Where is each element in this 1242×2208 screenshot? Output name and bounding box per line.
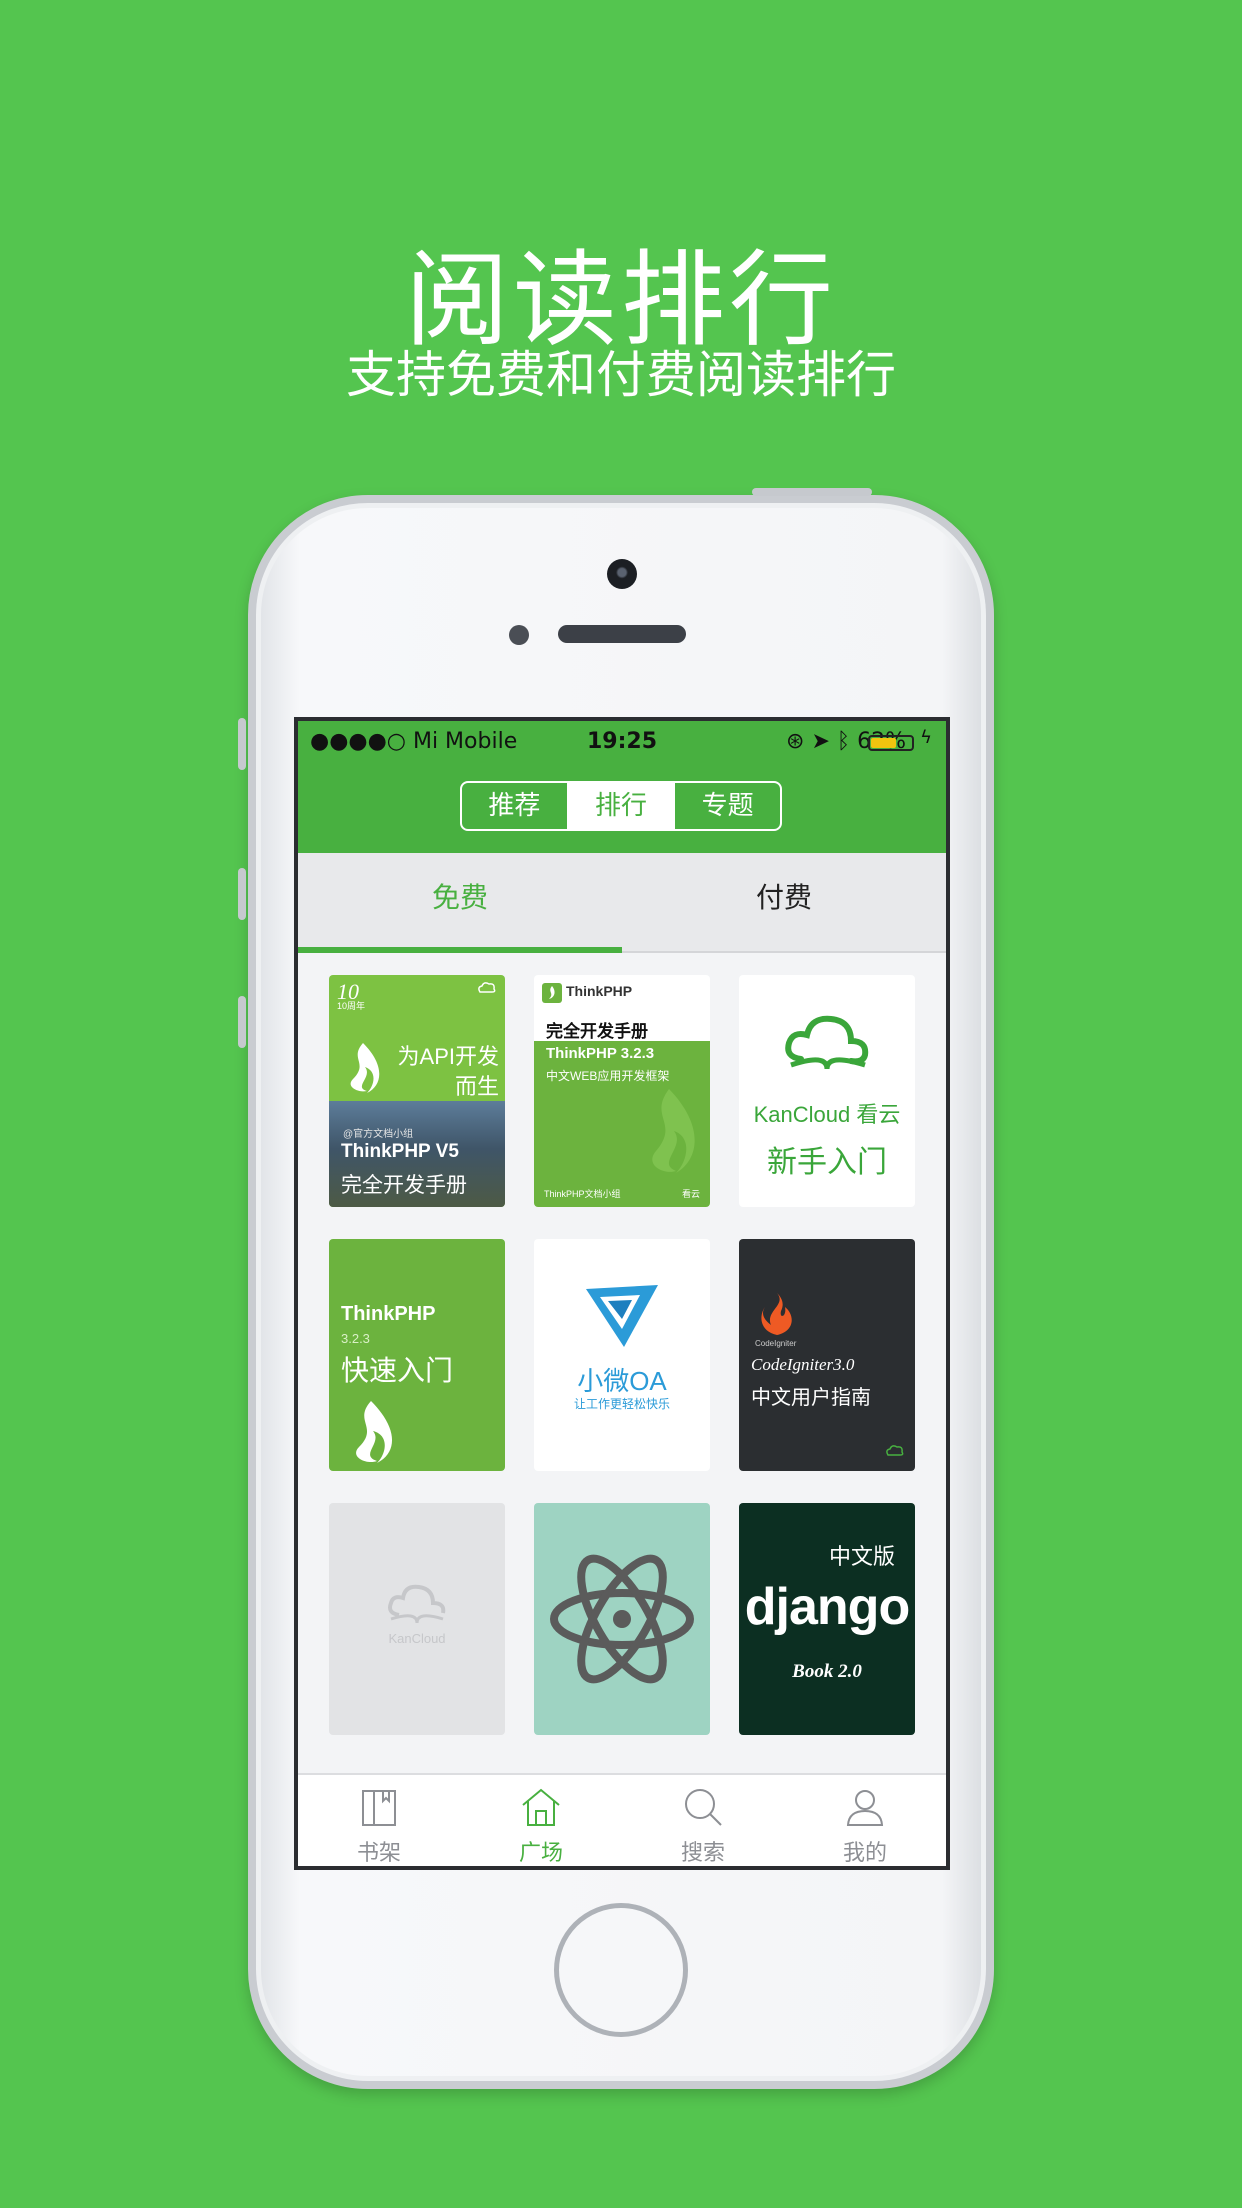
- codeigniter-flame-icon: [761, 1293, 792, 1335]
- book-version: 3.2.3: [341, 1331, 370, 1346]
- anniversary-logo-icon: 10: [337, 979, 359, 1003]
- tab-bookshelf-label: 书架: [356, 1841, 401, 1866]
- tab-bookshelf[interactable]: 书架: [298, 1775, 460, 1866]
- charging-bolt-icon: ϟ: [920, 727, 932, 748]
- book-title: 小微OA: [577, 1366, 667, 1396]
- side-button-volume-up: [238, 868, 246, 920]
- kancloud-logo-icon: [785, 1015, 869, 1070]
- tab-plaza-label: 广场: [518, 1841, 563, 1866]
- kancloud-badge-icon: [886, 1445, 904, 1456]
- side-button-mute: [238, 718, 246, 770]
- xiaowei-logo-icon: [586, 1285, 658, 1347]
- book-title: 中文用户指南: [751, 1387, 871, 1409]
- book-title: 完全开发手册: [546, 1022, 648, 1041]
- book-xiaowei-oa[interactable]: 小微OA 让工作更轻松快乐: [534, 1239, 710, 1471]
- book-thinkphp-v5[interactable]: 10周年 10 为API开发 而生 @官方文档小组 ThinkPHP V5 完全…: [329, 975, 505, 1207]
- tab-paid[interactable]: 付费: [622, 853, 946, 951]
- svg-text:10: 10: [337, 979, 359, 1003]
- home-button[interactable]: [554, 1903, 688, 2037]
- promo-subline: 支持免费和付费阅读排行: [346, 346, 896, 404]
- book-title: ThinkPHP V5: [341, 1141, 459, 1162]
- book-brand: ThinkPHP: [566, 983, 633, 999]
- book-edition: 中文版: [828, 1544, 895, 1569]
- home-icon: [522, 1788, 560, 1826]
- segment-recommend[interactable]: 推荐: [462, 783, 567, 829]
- tab-profile[interactable]: 我的: [784, 1775, 946, 1866]
- atom-logo-icon: [550, 1554, 694, 1684]
- bottom-tab-bar: 书架 广场 搜索 我的: [298, 1773, 946, 1866]
- search-icon: [685, 1789, 722, 1826]
- book-django[interactable]: 中文版 django Book 2.0: [739, 1503, 915, 1735]
- book-author: @官方文档小组: [343, 1129, 414, 1140]
- side-button-power: [752, 488, 872, 496]
- book-kancloud-newbie[interactable]: KanCloud 看云 新手入门: [739, 975, 915, 1207]
- top-bar: ●●●●○ Mi Mobile 19:25 ⊛ ➤ ᛒ 62% ϟ 推荐 排行 …: [298, 721, 946, 853]
- flame-watermark-icon: [652, 1089, 695, 1173]
- earpiece-speaker: [558, 625, 686, 643]
- tab-profile-label: 我的: [842, 1841, 887, 1866]
- book-title: 快速入门: [341, 1355, 454, 1386]
- book-brand: KanCloud 看云: [753, 1102, 901, 1127]
- book-version: ThinkPHP 3.2.3: [546, 1045, 655, 1062]
- book-atom[interactable]: [534, 1503, 710, 1735]
- book-title: 新手入门: [767, 1146, 887, 1179]
- book-thinkphp-quickstart[interactable]: ThinkPHP 3.2.3 快速入门: [329, 1239, 505, 1471]
- bookshelf-icon: [362, 1790, 396, 1826]
- app-screen: ●●●●○ Mi Mobile 19:25 ⊛ ➤ ᛒ 62% ϟ 推荐 排行 …: [294, 717, 950, 1870]
- thinkphp-logo-icon: [542, 983, 562, 1003]
- tab-free[interactable]: 免费: [298, 853, 622, 953]
- book-subtitle: 完全开发手册: [341, 1174, 467, 1197]
- ranking-subtabs: 免费 付费: [298, 853, 946, 953]
- proximity-sensor: [509, 625, 529, 645]
- tab-plaza[interactable]: 广场: [460, 1775, 622, 1866]
- book-title: django: [744, 1578, 910, 1636]
- profile-icon: [846, 1790, 884, 1826]
- book-publisher: 看云: [681, 1189, 700, 1199]
- thinkphp-flame-icon: [356, 1401, 393, 1463]
- battery-fill: [871, 738, 896, 748]
- book-subtitle: 让工作更轻松快乐: [573, 1397, 670, 1411]
- segment-ranking[interactable]: 排行: [566, 783, 674, 829]
- book-grid: 10周年 10 为API开发 而生 @官方文档小组 ThinkPHP V5 完全…: [298, 953, 946, 1773]
- location-icon: ➤: [811, 729, 830, 754]
- tab-search-label: 搜索: [680, 1841, 725, 1866]
- book-subtitle: Book 2.0: [792, 1661, 862, 1682]
- book-author: ThinkPHP文档小组: [544, 1189, 621, 1199]
- book-kancloud-placeholder[interactable]: KanCloud: [329, 1503, 505, 1735]
- book-thinkphp-323-manual[interactable]: ThinkPHP 完全开发手册 ThinkPHP 3.2.3 中文WEB应用开发…: [534, 975, 710, 1207]
- promo-headline: 阅读排行: [404, 239, 837, 361]
- book-slogan-line2: 而生: [454, 1074, 499, 1099]
- kancloud-badge-icon: [478, 982, 496, 993]
- kancloud-placeholder-icon: [388, 1584, 446, 1624]
- book-slogan-line1: 为API开发: [397, 1044, 499, 1069]
- lock-rotation-icon: ⊛: [786, 729, 805, 754]
- book-codeigniter[interactable]: CodeIgniter CodeIgniter3.0 中文用户指南: [739, 1239, 915, 1471]
- tab-search[interactable]: 搜索: [622, 1775, 784, 1866]
- book-brand: ThinkPHP: [341, 1303, 436, 1325]
- book-brand: CodeIgniter: [755, 1339, 797, 1348]
- thinkphp-flame-icon: [350, 1043, 380, 1093]
- book-subtitle: 中文WEB应用开发框架: [546, 1069, 670, 1083]
- segment-topics[interactable]: 专题: [673, 783, 780, 829]
- book-brand: KanCloud: [388, 1631, 446, 1646]
- status-bar: ●●●●○ Mi Mobile 19:25 ⊛ ➤ ᛒ 62%: [298, 721, 946, 761]
- side-button-volume-down: [238, 996, 246, 1048]
- bluetooth-icon: ᛒ: [836, 729, 851, 754]
- book-version: CodeIgniter3.0: [751, 1355, 855, 1374]
- segmented-control: 推荐 排行 专题: [460, 781, 782, 831]
- front-camera: [607, 559, 637, 589]
- battery-icon: [868, 735, 914, 751]
